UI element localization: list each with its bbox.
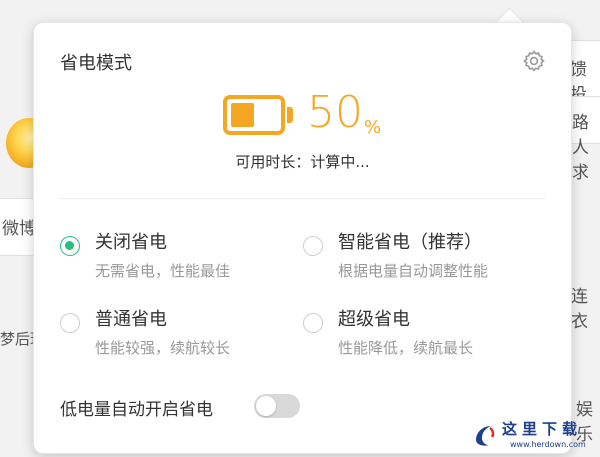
option-desc: 性能较强，续航较长 bbox=[95, 339, 231, 357]
radio-smart[interactable] bbox=[303, 236, 323, 256]
power-saving-popup: 省电模式 50 % 可用时长：计算中... 关闭省电 无需省电，性能最佳 智能省… bbox=[33, 22, 572, 454]
option-desc: 性能降低，续航最长 bbox=[338, 339, 474, 357]
radio-normal[interactable] bbox=[60, 313, 80, 333]
option-off[interactable]: 关闭省电 无需省电，性能最佳 bbox=[60, 228, 290, 288]
available-time: 可用时长：计算中... bbox=[235, 153, 370, 171]
bg-text-right-2: 路人求 bbox=[572, 113, 589, 183]
battery-icon bbox=[223, 95, 285, 135]
battery-tip bbox=[287, 107, 293, 123]
battery-percent-unit: % bbox=[364, 117, 382, 138]
battery-fill bbox=[231, 103, 254, 127]
auto-save-label: 低电量自动开启省电 bbox=[60, 400, 213, 420]
watermark-logo: 这里下载 www.herdown.com bbox=[470, 418, 596, 454]
option-smart[interactable]: 智能省电（推荐） 根据电量自动调整性能 bbox=[303, 228, 543, 288]
radio-super[interactable] bbox=[303, 313, 323, 333]
divider bbox=[60, 198, 545, 199]
popup-title: 省电模式 bbox=[60, 53, 132, 74]
option-label: 智能省电（推荐） bbox=[338, 232, 482, 253]
option-super[interactable]: 超级省电 性能降低，续航最长 bbox=[303, 305, 543, 365]
battery-percent: 50 bbox=[307, 87, 363, 138]
bg-text-left-1: 微博 bbox=[2, 219, 36, 239]
option-desc: 根据电量自动调整性能 bbox=[338, 262, 489, 280]
auto-save-toggle[interactable] bbox=[254, 394, 300, 418]
gear-icon[interactable] bbox=[522, 49, 546, 73]
option-label: 普通省电 bbox=[95, 309, 167, 330]
watermark-url: www.herdown.com bbox=[510, 440, 586, 449]
watermark-text: 这里下载 bbox=[502, 420, 583, 438]
radio-off[interactable] bbox=[60, 236, 80, 256]
option-label: 超级省电 bbox=[338, 309, 410, 330]
option-desc: 无需省电，性能最佳 bbox=[95, 262, 231, 280]
option-normal[interactable]: 普通省电 性能较强，续航较长 bbox=[60, 305, 290, 365]
bg-text-right-3: 连衣 bbox=[571, 287, 588, 332]
toggle-knob bbox=[256, 396, 276, 416]
option-label: 关闭省电 bbox=[95, 232, 167, 253]
swirl-icon bbox=[476, 426, 495, 446]
